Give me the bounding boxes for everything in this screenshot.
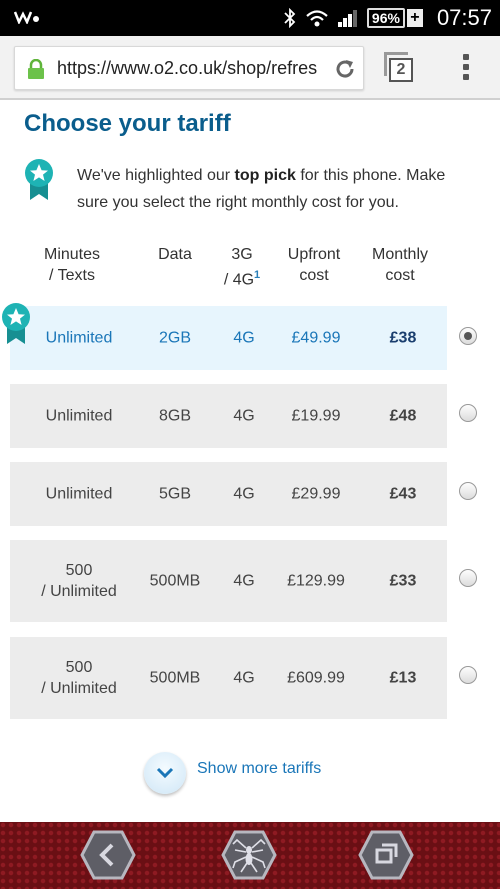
header-data: Data <box>158 246 192 263</box>
cell-minutes: Unlimited <box>45 485 113 503</box>
navigation-bar <box>0 822 500 889</box>
tariff-radio[interactable] <box>459 569 477 587</box>
header-network: 3G / 4G1 <box>223 246 261 289</box>
tariff-radio[interactable] <box>459 482 477 500</box>
tariff-row[interactable]: Unlimited 8GB 4G £19.99 £48 <box>10 384 447 448</box>
cell-network: 4G <box>233 485 255 503</box>
battery-level: 96% <box>366 8 405 28</box>
cell-minutes: 500 / Unlimited <box>41 659 117 697</box>
cell-monthly: £48 <box>389 407 417 425</box>
bluetooth-icon <box>284 8 296 28</box>
tariff-radio[interactable] <box>459 404 477 422</box>
top-pick-highlight: top pick <box>234 167 296 184</box>
spider-home-icon <box>221 830 277 880</box>
network-footnote[interactable]: 1 <box>254 269 260 281</box>
tariff-radio-selected[interactable] <box>459 327 477 345</box>
cell-upfront: £49.99 <box>291 329 341 347</box>
page-content: Choose your tariff We've highlighted our… <box>0 102 500 820</box>
tariff-row[interactable]: 500 / Unlimited 500MB 4G £609.99 £13 <box>10 637 447 719</box>
tariff-row[interactable]: 500 / Unlimited 500MB 4G £129.99 £33 <box>10 540 447 622</box>
charging-icon: + <box>406 9 423 27</box>
clock: 07:57 <box>436 5 492 30</box>
address-bar[interactable]: https://www.o2.co.uk/shop/refres <box>14 46 364 90</box>
lock-icon <box>28 59 44 79</box>
show-more-button[interactable] <box>144 752 186 794</box>
cell-network: 4G <box>233 407 255 425</box>
overflow-menu-button[interactable] <box>458 52 474 84</box>
home-button[interactable] <box>221 830 277 880</box>
cell-data: 500MB <box>149 572 201 590</box>
cell-data: 2GB <box>158 329 192 347</box>
header-upfront: Upfront cost <box>287 246 341 284</box>
walkman-icon <box>13 8 40 29</box>
back-button[interactable] <box>80 830 136 880</box>
cell-upfront: £19.99 <box>291 407 341 425</box>
intro-text: We've highlighted our top pick for this … <box>77 167 446 211</box>
cell-monthly: £38 <box>389 329 417 347</box>
tab-count: 2 <box>389 58 413 82</box>
recent-apps-button[interactable] <box>358 830 414 880</box>
tariff-row[interactable]: Unlimited 5GB 4G £29.99 £43 <box>10 462 447 526</box>
battery-indicator: 96% + <box>366 8 423 28</box>
cell-data: 8GB <box>158 407 192 425</box>
tariff-row[interactable]: Unlimited 2GB 4G £49.99 £38 <box>10 306 447 370</box>
cell-minutes: Unlimited <box>45 329 113 347</box>
cell-upfront: £609.99 <box>287 669 345 687</box>
chevron-down-icon <box>156 767 174 779</box>
tab-switcher-button[interactable]: 2 <box>384 52 416 84</box>
cell-network: 4G <box>233 669 255 687</box>
signal-icon <box>337 10 357 27</box>
reload-icon[interactable] <box>333 57 357 81</box>
cell-monthly: £43 <box>389 485 417 503</box>
cell-network: 4G <box>233 329 255 347</box>
tariff-radio[interactable] <box>459 666 477 684</box>
cell-data: 500MB <box>149 669 201 687</box>
browser-toolbar: https://www.o2.co.uk/shop/refres 2 <box>0 36 500 100</box>
wifi-icon <box>306 10 328 27</box>
recent-apps-icon <box>358 830 414 880</box>
award-ribbon-icon <box>25 159 53 200</box>
cell-monthly: £33 <box>389 572 417 590</box>
cell-network: 4G <box>233 572 255 590</box>
url-text[interactable]: https://www.o2.co.uk/shop/refres <box>57 58 335 79</box>
cell-minutes: 500 / Unlimited <box>41 562 117 600</box>
cell-monthly: £13 <box>389 669 417 687</box>
page-title: Choose your tariff <box>24 110 231 137</box>
back-icon <box>80 830 136 880</box>
cell-upfront: £129.99 <box>287 572 345 590</box>
show-more-link[interactable]: Show more tariffs <box>197 760 321 778</box>
cell-data: 5GB <box>158 485 192 503</box>
header-monthly: Monthly cost <box>371 246 429 284</box>
status-bar: 96% + 07:57 <box>0 0 500 36</box>
award-ribbon-icon <box>2 303 30 344</box>
header-minutes: Minutes / Texts <box>43 246 101 284</box>
cell-upfront: £29.99 <box>291 485 341 503</box>
cell-minutes: Unlimited <box>45 407 113 425</box>
